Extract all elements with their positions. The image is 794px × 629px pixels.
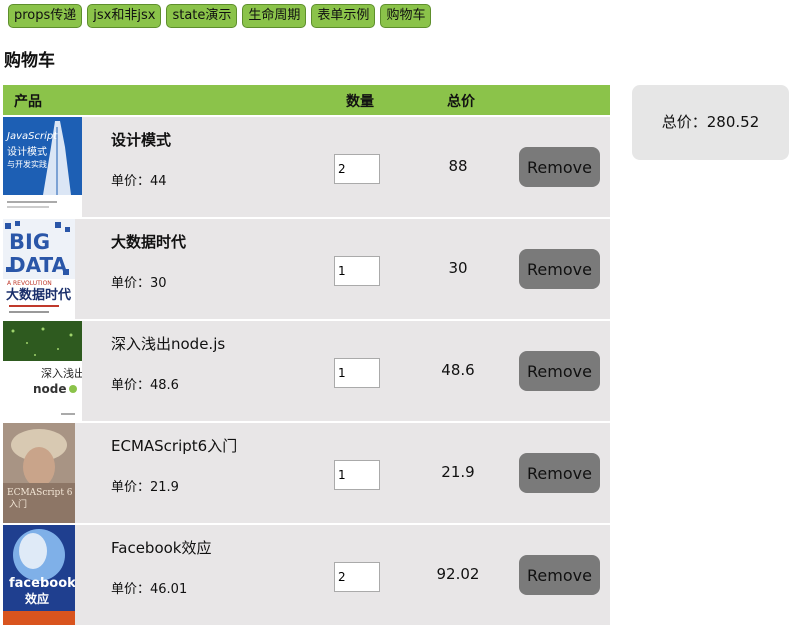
book-cover-image: BIG DATA A REVOLUTION 大数据时代 bbox=[3, 219, 82, 319]
remove-button[interactable]: Remove bbox=[519, 555, 600, 595]
cover-title: node bbox=[33, 382, 67, 396]
book-cover-image: JavaScript 设计模式 与开发实践 bbox=[3, 117, 82, 217]
book-cover-image: 深入浅出 node bbox=[3, 321, 82, 421]
quantity-input[interactable] bbox=[334, 562, 380, 592]
book-cover-image: ECMAScript 6 入门 bbox=[3, 423, 82, 523]
tab-form[interactable]: 表单示例 bbox=[311, 4, 376, 28]
nav-tabs: props传递 jsx和非jsx state演示 生命周期 表单示例 购物车 bbox=[8, 4, 432, 28]
unit-price: 单价：30 bbox=[111, 276, 167, 291]
cover-title: 入门 bbox=[9, 498, 27, 510]
cover-title: 与开发实践 bbox=[7, 159, 47, 169]
product-name: ECMAScript6入门 bbox=[111, 437, 238, 455]
cover-title: facebook bbox=[9, 576, 75, 591]
cart-table: 产品 数量 总价 JavaScript 设计模式 与开发实践 设计模式 单价：4… bbox=[3, 85, 610, 625]
cover-title: 深入浅出 bbox=[41, 366, 82, 380]
product-name: 深入浅出node.js bbox=[111, 335, 226, 353]
table-header: 产品 数量 总价 bbox=[3, 85, 610, 115]
page-title: 购物车 bbox=[4, 51, 55, 71]
row-total: 48.6 bbox=[441, 361, 475, 379]
product-name: 大数据时代 bbox=[111, 233, 187, 251]
table-row: ECMAScript 6 入门 ECMAScript6入门 单价：21.9 21… bbox=[3, 423, 610, 523]
cover-title: ECMAScript 6 bbox=[7, 488, 73, 498]
cover-title: 效应 bbox=[25, 591, 49, 606]
unit-price: 单价：44 bbox=[111, 174, 167, 189]
product-name: Facebook效应 bbox=[111, 539, 212, 557]
unit-price: 单价：46.01 bbox=[111, 582, 188, 597]
quantity-input[interactable] bbox=[334, 256, 380, 286]
header-total: 总价 bbox=[447, 94, 475, 110]
cover-title: 大数据时代 bbox=[6, 287, 71, 303]
row-total: 30 bbox=[448, 259, 468, 277]
unit-price: 单价：48.6 bbox=[111, 378, 179, 393]
table-row: 深入浅出 node 深入浅出node.js 单价：48.6 48.6 Remov… bbox=[3, 321, 610, 421]
book-cover-image: facebook 效应 bbox=[3, 525, 82, 625]
remove-button[interactable]: Remove bbox=[519, 351, 600, 391]
cover-title: BIG bbox=[9, 230, 50, 254]
quantity-input[interactable] bbox=[334, 460, 380, 490]
row-total: 88 bbox=[448, 157, 468, 175]
tab-state[interactable]: state演示 bbox=[166, 4, 238, 28]
tab-cart[interactable]: 购物车 bbox=[380, 4, 432, 28]
table-row: JavaScript 设计模式 与开发实践 设计模式 单价：44 88 Remo… bbox=[3, 117, 610, 217]
product-name: 设计模式 bbox=[111, 131, 172, 149]
quantity-input[interactable] bbox=[334, 154, 380, 184]
remove-button[interactable]: Remove bbox=[519, 147, 600, 187]
cover-title: JavaScript bbox=[5, 131, 58, 142]
row-total: 21.9 bbox=[441, 463, 475, 481]
tab-lifecycle[interactable]: 生命周期 bbox=[242, 4, 307, 28]
table-row: BIG DATA A REVOLUTION 大数据时代 大数据时代 单价：30 … bbox=[3, 219, 610, 319]
header-product: 产品 bbox=[14, 94, 42, 110]
tab-props[interactable]: props传递 bbox=[8, 4, 83, 28]
header-quantity: 数量 bbox=[346, 94, 374, 110]
total-summary: 总价：280.52 bbox=[632, 85, 789, 160]
quantity-input[interactable] bbox=[334, 358, 380, 388]
remove-button[interactable]: Remove bbox=[519, 249, 600, 289]
row-total: 92.02 bbox=[436, 565, 480, 583]
cover-subtitle: A REVOLUTION bbox=[7, 280, 52, 287]
table-row: facebook 效应 Facebook效应 单价：46.01 92.02 Re… bbox=[3, 525, 610, 625]
remove-button[interactable]: Remove bbox=[519, 453, 600, 493]
cover-title: DATA bbox=[9, 253, 68, 277]
tab-jsx[interactable]: jsx和非jsx bbox=[87, 4, 162, 28]
unit-price: 单价：21.9 bbox=[111, 480, 179, 495]
cover-title: 设计模式 bbox=[7, 145, 47, 158]
